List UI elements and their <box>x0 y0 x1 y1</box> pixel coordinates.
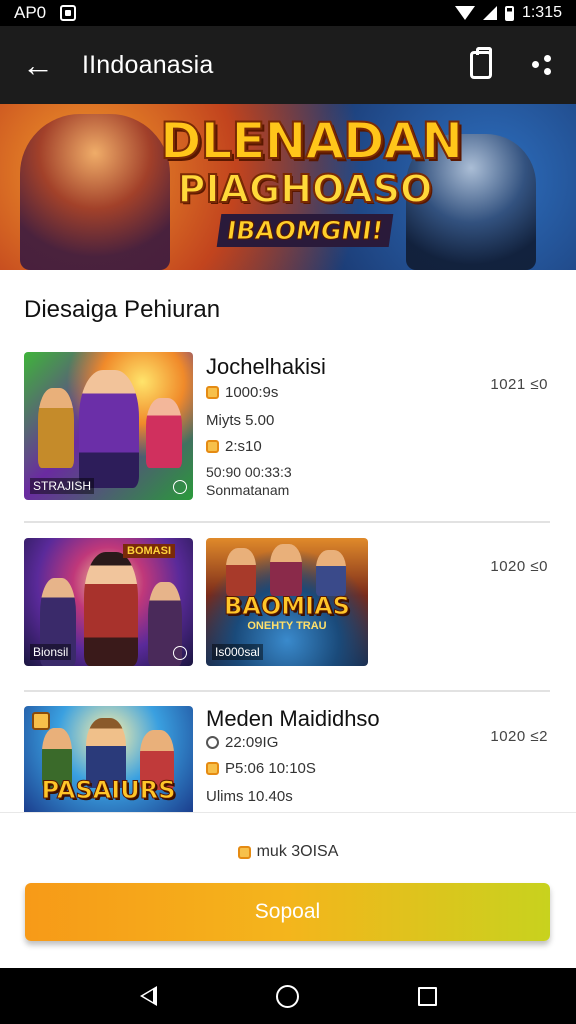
nav-home-icon[interactable] <box>275 984 299 1008</box>
coin-icon <box>237 845 251 859</box>
item-title: Meden Maididhso <box>206 706 380 731</box>
coin-icon <box>206 386 219 399</box>
game-thumbnail[interactable]: BOMASI Bionsil <box>24 538 193 666</box>
back-arrow-icon[interactable]: ← <box>22 49 62 81</box>
system-nav-bar <box>0 968 576 1024</box>
info-text: 50:90 00:33:3 <box>206 464 292 480</box>
thumbnail-subtitle: ONEHTY TRAU <box>247 620 327 632</box>
game-thumbnail[interactable]: BAOMIAS ONEHTY TRAU Is000sal <box>206 538 368 666</box>
promo-banner[interactable]: DLENADAN PIAGHOASO IBAOMGNI! <box>0 104 576 270</box>
nav-recents-icon[interactable] <box>417 986 437 1006</box>
footer-note: muk 3OISA <box>0 843 576 861</box>
section-title: Diesaiga Pehiuran <box>24 296 221 323</box>
carrier-label: AP0 <box>14 3 47 22</box>
page-title: IIndoanasia <box>82 50 214 79</box>
game-thumbnail[interactable]: STRAJISH <box>24 352 193 500</box>
badge-icon <box>32 712 50 730</box>
clipboard-icon[interactable] <box>470 47 492 79</box>
list-item[interactable]: STRAJISH Jochelhakisi 1000:9s Miyts 5.00… <box>0 352 576 502</box>
banner-logo: DLENADAN PIAGHOASO IBAOMGNI! <box>159 112 464 247</box>
clock-time: 1:315 <box>521 4 562 21</box>
info-text: 2:s10 <box>225 438 262 455</box>
banner-hero-left-image <box>20 114 170 270</box>
clock-icon <box>206 736 219 749</box>
divider <box>24 690 550 692</box>
thumbnail-label: Bionsil <box>30 644 72 660</box>
banner-subtitle: PIAGHOASO <box>177 167 434 211</box>
share-icon[interactable] <box>530 53 554 77</box>
coin-icon <box>206 440 219 453</box>
game-thumbnail[interactable]: PASAIURS <box>24 706 193 812</box>
info-text: 22:09IG <box>225 734 279 751</box>
item-meta: 1020 ≤2 <box>490 728 548 745</box>
primary-action-button[interactable]: Sopoal <box>25 883 550 941</box>
badge-icon <box>173 646 187 660</box>
divider <box>24 521 550 523</box>
info-text: Sonmatanam <box>206 482 290 498</box>
list-item[interactable]: PASAIURS Meden Maididhso 22:09IG P5:06 1… <box>0 706 576 812</box>
thumbnail-title: BAOMIAS <box>224 592 351 621</box>
info-text: P5:06 10:10S <box>225 760 316 777</box>
footer-note-text: muk 3OISA <box>256 843 339 860</box>
nav-back-icon[interactable] <box>139 986 157 1006</box>
signal-icon <box>482 6 497 20</box>
item-title: Jochelhakisi <box>206 354 326 379</box>
notification-icon <box>60 5 77 21</box>
info-text: 1000:9s <box>225 384 279 401</box>
battery-icon <box>504 5 514 21</box>
info-text: Miyts 5.00 <box>206 412 275 429</box>
item-meta: 1020 ≤0 <box>490 558 548 575</box>
thumbnail-label: Is000sal <box>212 644 263 660</box>
thumbnail-title: PASAIURS <box>41 776 176 805</box>
status-bar: AP0 1:315 <box>0 0 576 26</box>
info-text: Ulims 10.40s <box>206 788 293 805</box>
coin-icon <box>206 762 219 775</box>
list-item[interactable]: BOMASI Bionsil BAOMIAS ONEHTY TRAU Is000… <box>0 538 576 668</box>
badge-icon <box>173 480 187 494</box>
thumbnail-tag: BOMASI <box>123 544 175 558</box>
banner-tagline: IBAOMGNI! <box>216 214 394 247</box>
item-meta: 1021 ≤0 <box>490 376 548 393</box>
app-bar: ← IIndoanasia <box>0 26 576 104</box>
banner-title: DLENADAN <box>159 112 464 170</box>
wifi-icon <box>454 6 475 20</box>
thumbnail-label: STRAJISH <box>30 478 95 494</box>
